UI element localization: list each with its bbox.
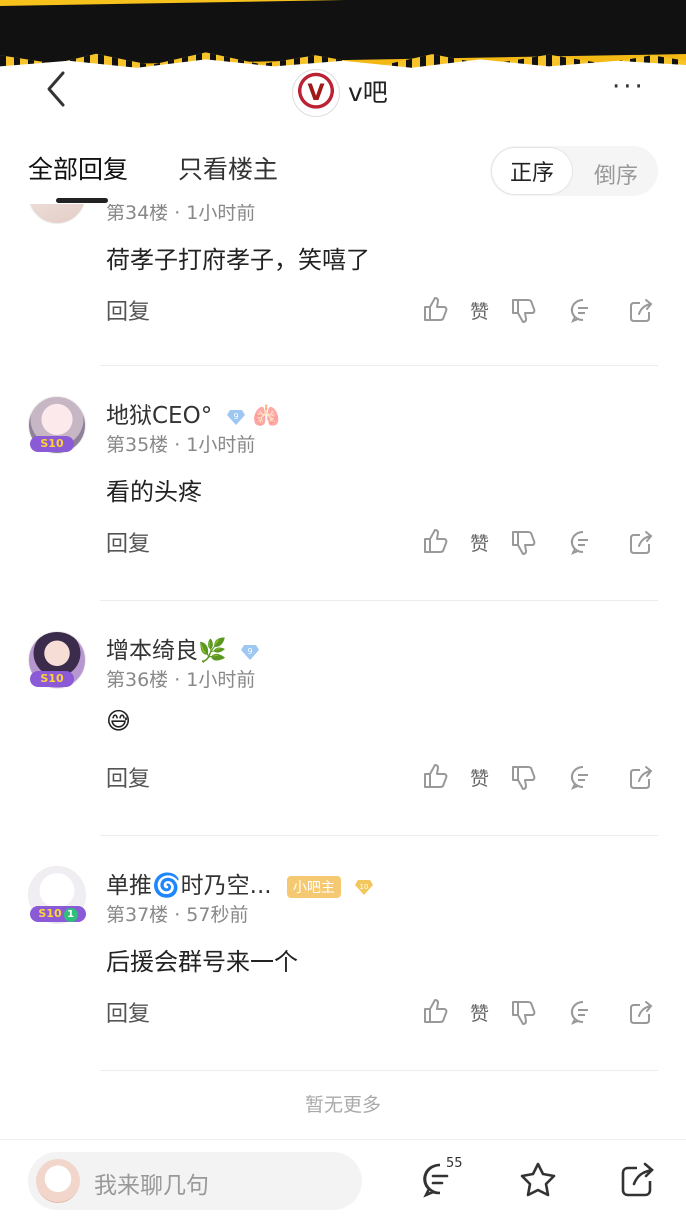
avatar-badge-extra: 1 [63,908,78,922]
share-icon[interactable] [618,1160,658,1200]
post-content: 看的头疼 [106,478,202,506]
level-diamond-icon: 10 [355,879,374,895]
divider [100,600,658,601]
comment-button[interactable] [568,763,598,793]
share-icon [630,299,653,322]
like-button[interactable] [420,996,450,1026]
like-button[interactable] [420,526,450,556]
svg-text:10: 10 [360,883,369,891]
avatar-level-badge: S10 [30,671,74,687]
share-button[interactable] [626,528,656,558]
username-text: 地狱CEO° [106,403,213,429]
forum-name[interactable]: v吧 [348,73,388,109]
level-diamond-icon: 9 [226,409,245,425]
avatar [36,1159,80,1203]
comment-input-placeholder: 我来聊几句 [94,1173,209,1199]
username-text: 单推🌀时乃空... [106,873,272,899]
reply-list: 第34楼 · 1小时前 荷孝子打府孝子，笑嘻了 回复 赞 S10 地狱CEO° … [0,204,686,1139]
divider [100,365,658,366]
thumbs-down-icon [512,531,536,555]
avatar-badge-text: S10 [38,907,62,920]
reply-button[interactable]: 回复 [106,294,150,326]
share-button[interactable] [626,296,656,326]
comment-count: 55 [446,1156,463,1171]
thumbs-up-icon [424,999,448,1023]
thumbs-up-icon [424,297,448,321]
share-button[interactable] [626,763,656,793]
thumbs-up-icon [424,529,448,553]
reply-button[interactable]: 回复 [106,996,150,1028]
comment-button[interactable] [568,528,598,558]
forum-logo[interactable]: V [292,69,340,117]
thumbs-down-icon [512,1001,536,1025]
reply-button[interactable]: 回复 [106,526,150,558]
chevron-left-icon [47,71,65,107]
dislike-button[interactable] [508,528,538,558]
like-label: 赞 [470,533,490,555]
list-item: 第34楼 · 1小时前 荷孝子打府孝子，笑嘻了 回复 赞 [0,204,686,401]
list-item: S10 1 单推🌀时乃空... 小吧主 10 第37楼 · 57秒前 后援会群号来… [0,866,686,1101]
comment-bubble-icon [570,765,588,790]
comment-button[interactable] [568,296,598,326]
post-meta: 第35楼 · 1小时前 [106,434,256,456]
reply-button[interactable]: 回复 [106,761,150,793]
like-label: 赞 [470,768,490,790]
tab-owner-only[interactable]: 只看楼主 [178,150,278,186]
comment-bubble-icon [570,530,588,555]
like-label: 赞 [470,301,490,323]
avatar[interactable] [28,204,86,224]
post-content: 荷孝子打府孝子，笑嘻了 [106,246,370,274]
divider [100,835,658,836]
top-bar: V v吧 ··· [0,55,686,125]
username[interactable]: 增本绮良🌿 9 [106,631,260,665]
lungs-badge-icon: 🫁 [252,404,281,429]
like-button[interactable] [420,294,450,324]
svg-text:9: 9 [233,412,238,421]
post-meta: 第37楼 · 57秒前 [106,904,249,926]
avatar-level-badge: S10 1 [30,906,86,922]
back-button[interactable] [36,69,76,109]
dislike-button[interactable] [508,763,538,793]
share-icon [630,531,653,554]
comment-bubble-icon [570,1000,588,1025]
post-meta: 第34楼 · 1小时前 [106,204,256,224]
list-item: S10 地狱CEO° 9 🫁 第35楼 · 1小时前 看的头疼 回复 赞 [0,396,686,631]
order-toggle: 正序 倒序 [490,146,658,196]
tab-all-replies[interactable]: 全部回复 [28,150,128,186]
post-meta: 第36楼 · 1小时前 [106,669,256,691]
thumbs-down-icon [512,766,536,790]
list-item: S10 增本绮良🌿 9 第36楼 · 1小时前 😅 回复 赞 [0,631,686,866]
share-button[interactable] [626,998,656,1028]
moderator-tag: 小吧主 [286,875,341,898]
thumbs-down-icon [512,299,536,323]
divider [100,1070,658,1071]
thumbs-up-icon [424,764,448,788]
no-more-indicator: 暂无更多 [304,1094,381,1116]
comment-input[interactable]: 我来聊几句 [28,1152,362,1210]
share-icon [630,766,653,789]
like-button[interactable] [420,761,450,791]
like-label: 赞 [470,1003,490,1025]
star-icon[interactable] [518,1160,558,1200]
comment-bubble-icon [570,298,588,323]
post-content: 😅 [106,707,132,735]
comment-button[interactable] [568,998,598,1028]
order-desc-button[interactable]: 倒序 [594,158,638,190]
svg-text:9: 9 [247,647,252,656]
username[interactable]: 单推🌀时乃空... 小吧主 10 [106,866,374,900]
avatar-level-badge: S10 [30,436,74,452]
post-content: 后援会群号来一个 [106,948,298,976]
active-tab-indicator [56,198,108,203]
username-text: 增本绮良🌿 [106,638,227,664]
dislike-button[interactable] [508,296,538,326]
more-options-button[interactable]: ··· [612,74,646,100]
bottom-bar: 我来聊几句 55 [0,1139,686,1222]
dislike-button[interactable] [508,998,538,1028]
reply-filter-tabs: 全部回复 只看楼主 正序 倒序 [0,140,686,204]
level-diamond-icon: 9 [240,644,259,660]
username[interactable]: 地狱CEO° 9 🫁 [106,396,280,430]
order-asc-button[interactable]: 正序 [492,148,572,194]
share-icon [630,1001,653,1024]
